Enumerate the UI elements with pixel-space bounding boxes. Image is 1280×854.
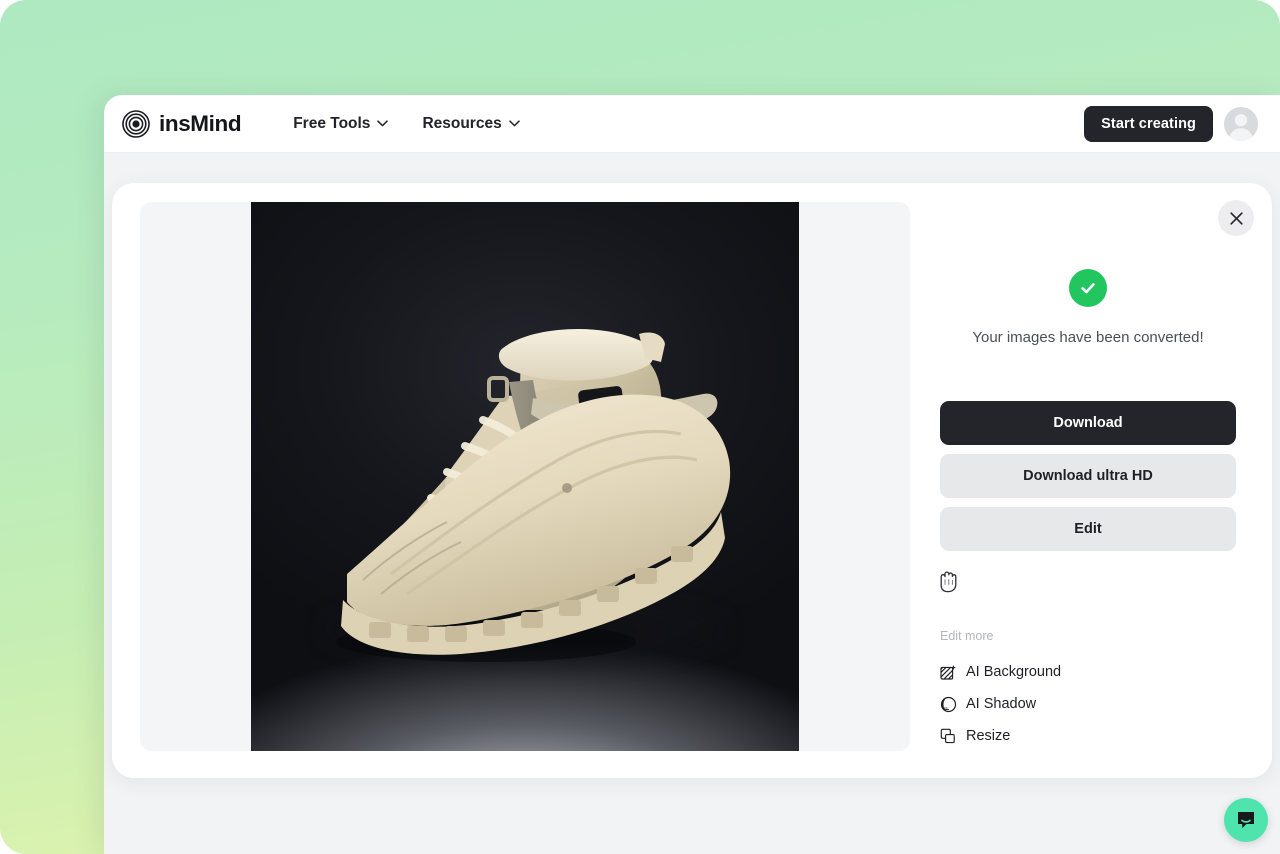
action-panel: Your images have been converted! Downloa… xyxy=(928,202,1248,751)
ai-background-icon xyxy=(940,664,956,680)
image-preview-container[interactable] xyxy=(140,202,910,751)
browser-window: insMind Free Tools Resources Start creat… xyxy=(104,95,1280,854)
boot-illustration xyxy=(336,329,731,662)
app-root: insMind Free Tools Resources Start creat… xyxy=(0,0,1280,854)
chevron-down-icon xyxy=(377,120,389,127)
edit-button[interactable]: Edit xyxy=(940,507,1236,551)
brand-logo-group[interactable]: insMind xyxy=(122,109,242,138)
edit-more-section: Edit more AI Background AI Shadow Resize xyxy=(940,629,1236,752)
edit-option-ai-background[interactable]: AI Background xyxy=(940,656,1236,688)
nav-item-label: Free Tools xyxy=(293,114,371,132)
status-message: Your images have been converted! xyxy=(972,329,1204,346)
nav-item-label: Resources xyxy=(422,114,502,132)
site-header: insMind Free Tools Resources Start creat… xyxy=(104,95,1280,153)
success-check-icon xyxy=(1069,269,1107,307)
result-modal: Your images have been converted! Downloa… xyxy=(112,183,1272,778)
status-block: Your images have been converted! xyxy=(928,269,1248,346)
concentric-rings-logo-icon xyxy=(122,109,150,138)
check-glyph xyxy=(1081,283,1095,294)
nav-item-resources[interactable]: Resources xyxy=(422,114,520,133)
brand-name: insMind xyxy=(159,110,242,136)
chevron-down-icon xyxy=(508,120,520,127)
download-button[interactable]: Download xyxy=(940,401,1236,445)
resize-icon xyxy=(940,728,955,743)
edit-more-label: Edit more xyxy=(940,629,994,643)
nav-item-free-tools[interactable]: Free Tools xyxy=(293,114,389,133)
grab-hand-cursor-icon xyxy=(940,571,957,593)
avatar[interactable] xyxy=(1224,107,1258,141)
edit-option-label: Resize xyxy=(966,728,1011,744)
edit-option-label: AI Shadow xyxy=(966,696,1037,712)
user-avatar-silhouette-icon xyxy=(1228,114,1254,141)
product-image[interactable] xyxy=(251,202,799,751)
action-button-stack: Download Download ultra HD Edit xyxy=(940,401,1236,551)
chat-widget-button[interactable] xyxy=(1224,798,1268,842)
ai-shadow-icon xyxy=(940,696,957,712)
edit-option-ai-shadow[interactable]: AI Shadow xyxy=(940,688,1236,720)
edit-option-resize[interactable]: Resize xyxy=(940,720,1236,752)
edit-option-label: AI Background xyxy=(966,664,1062,680)
chat-bubble-smile-icon xyxy=(1238,812,1254,828)
header-right-group: Start creating xyxy=(1084,95,1258,153)
download-ultra-hd-button[interactable]: Download ultra HD xyxy=(940,454,1236,498)
start-creating-button[interactable]: Start creating xyxy=(1084,106,1213,142)
